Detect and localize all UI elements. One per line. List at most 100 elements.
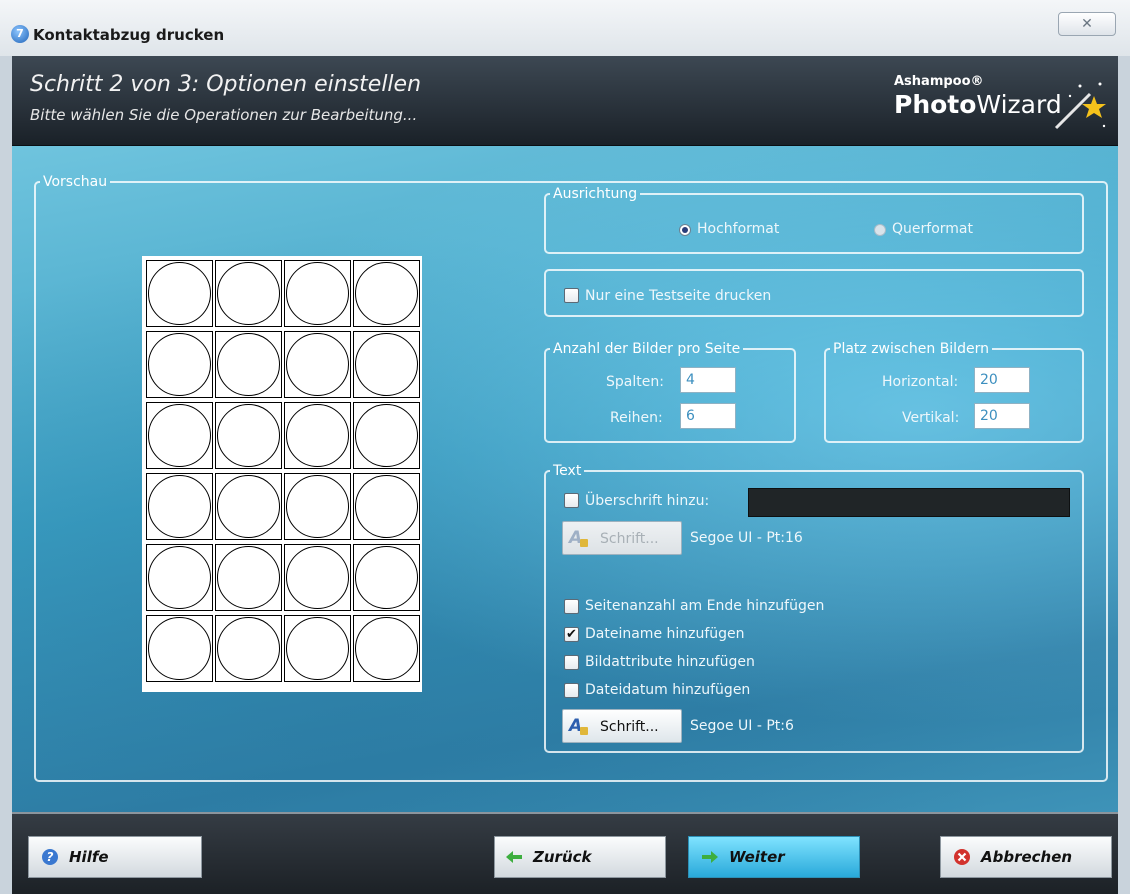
- cancel-button[interactable]: Abbrechen: [940, 836, 1112, 878]
- placeholder-circle: [355, 333, 418, 396]
- placeholder-circle: [286, 546, 349, 609]
- preview-legend: Vorschau: [43, 174, 108, 190]
- preview-thumbnail: [146, 615, 213, 682]
- magic-wand-icon: [1054, 82, 1106, 130]
- orientation-legend: Ausrichtung: [553, 186, 638, 202]
- images-per-page-group: Anzahl der Bilder pro Seite: [544, 341, 796, 443]
- placeholder-circle: [217, 333, 280, 396]
- help-icon: ?: [42, 849, 58, 865]
- preview-thumbnail: [284, 544, 351, 611]
- preview-thumbnail: [215, 260, 282, 327]
- preview-thumbnail: [146, 402, 213, 469]
- placeholder-circle: [286, 333, 349, 396]
- arrow-right-icon: [702, 851, 718, 863]
- back-label: Zurück: [533, 848, 592, 866]
- preview-thumbnail: [146, 473, 213, 540]
- close-button[interactable]: ✕: [1058, 12, 1116, 36]
- font-icon-badge: [580, 727, 588, 735]
- rows-field[interactable]: 6: [680, 403, 736, 429]
- columns-field[interactable]: 4: [680, 367, 736, 393]
- images-per-page-legend: Anzahl der Bilder pro Seite: [553, 341, 741, 357]
- wizard-header: Schritt 2 von 3: Optionen einstellen Bit…: [12, 56, 1118, 146]
- svg-text:?: ?: [47, 850, 54, 864]
- columns-label: Spalten:: [606, 374, 664, 390]
- preview-thumbnail: [215, 473, 282, 540]
- cancel-icon: [954, 849, 970, 865]
- preview-thumbnail: [353, 402, 420, 469]
- file-date-checkbox[interactable]: [564, 683, 579, 698]
- placeholder-circle: [148, 617, 211, 680]
- placeholder-circle: [355, 475, 418, 538]
- title-bar[interactable]: 7 Kontaktabzug drucken ✕: [0, 0, 1130, 56]
- portrait-label[interactable]: Hochformat: [697, 221, 779, 237]
- arrow-left-icon: [506, 851, 522, 863]
- placeholder-circle: [355, 262, 418, 325]
- preview-thumbnail: [215, 544, 282, 611]
- placeholder-circle: [355, 617, 418, 680]
- preview-thumbnail: [215, 331, 282, 398]
- file-date-label[interactable]: Dateidatum hinzufügen: [585, 682, 750, 698]
- placeholder-circle: [148, 475, 211, 538]
- page-count-checkbox[interactable]: [564, 599, 579, 614]
- next-label: Weiter: [729, 848, 785, 866]
- testpage-label[interactable]: Nur eine Testseite drucken: [585, 288, 771, 304]
- preview-thumbnail: [146, 260, 213, 327]
- spacing-legend: Platz zwischen Bildern: [833, 341, 989, 357]
- spacing-group: Platz zwischen Bildern: [824, 341, 1084, 443]
- heading-font-button[interactable]: A Schrift...: [562, 521, 682, 555]
- text-legend: Text: [553, 463, 582, 479]
- filename-label[interactable]: Dateiname hinzufügen: [585, 626, 745, 642]
- portrait-radio[interactable]: [679, 224, 691, 236]
- heading-text-field[interactable]: [748, 488, 1070, 517]
- font-icon-badge: [580, 539, 588, 547]
- brand-logo: PhotoWizard: [894, 90, 1062, 119]
- heading-font-info: Segoe UI - Pt:16: [690, 530, 803, 546]
- page-count-label[interactable]: Seitenanzahl am Ende hinzufügen: [585, 598, 824, 614]
- placeholder-circle: [148, 546, 211, 609]
- preview-thumbnail: [215, 402, 282, 469]
- caption-font-button[interactable]: A Schrift...: [562, 709, 682, 743]
- placeholder-circle: [148, 333, 211, 396]
- preview-sheet: [142, 256, 422, 692]
- heading-label[interactable]: Überschrift hinzu:: [585, 493, 709, 509]
- preview-thumbnail: [284, 615, 351, 682]
- placeholder-circle: [217, 546, 280, 609]
- placeholder-circle: [286, 262, 349, 325]
- back-button[interactable]: Zurück: [494, 836, 666, 878]
- horizontal-spacing-field[interactable]: 20: [974, 367, 1030, 393]
- placeholder-circle: [355, 404, 418, 467]
- help-label: Hilfe: [69, 848, 109, 866]
- placeholder-circle: [217, 404, 280, 467]
- heading-font-button-label: Schrift...: [600, 531, 659, 547]
- horizontal-label: Horizontal:: [882, 374, 959, 390]
- image-attributes-label[interactable]: Bildattribute hinzufügen: [585, 654, 755, 670]
- placeholder-circle: [148, 404, 211, 467]
- preview-thumbnail: [146, 331, 213, 398]
- options-area: Vorschau Ausrichtung Hochformat Querform…: [12, 146, 1118, 812]
- step-subtitle: Bitte wählen Sie die Operationen zur Bea…: [30, 106, 418, 124]
- preview-thumbnail: [353, 473, 420, 540]
- preview-thumbnail: [353, 544, 420, 611]
- placeholder-circle: [148, 262, 211, 325]
- landscape-radio[interactable]: [874, 224, 886, 236]
- close-icon: ✕: [1081, 16, 1093, 32]
- placeholder-circle: [286, 475, 349, 538]
- placeholder-circle: [217, 475, 280, 538]
- help-button[interactable]: ? Hilfe: [28, 836, 202, 878]
- filename-checkbox[interactable]: ✔: [564, 627, 579, 642]
- preview-thumbnail: [353, 260, 420, 327]
- wizard-footer: ? Hilfe Zurück Weiter Abbrechen: [12, 812, 1118, 894]
- vertical-spacing-field[interactable]: 20: [974, 403, 1030, 429]
- caption-font-button-label: Schrift...: [600, 719, 659, 735]
- landscape-label[interactable]: Querformat: [892, 221, 973, 237]
- image-attributes-checkbox[interactable]: [564, 655, 579, 670]
- vertical-label: Vertikal:: [902, 410, 960, 426]
- placeholder-circle: [217, 262, 280, 325]
- preview-thumbnail: [353, 331, 420, 398]
- placeholder-circle: [286, 404, 349, 467]
- heading-checkbox[interactable]: [564, 493, 579, 508]
- brand-vendor: Ashampoo®: [894, 74, 984, 89]
- testpage-checkbox[interactable]: [564, 288, 579, 303]
- print-contact-sheet-dialog: 7 Kontaktabzug drucken ✕ Schritt 2 von 3…: [0, 0, 1130, 894]
- next-button[interactable]: Weiter: [688, 836, 860, 878]
